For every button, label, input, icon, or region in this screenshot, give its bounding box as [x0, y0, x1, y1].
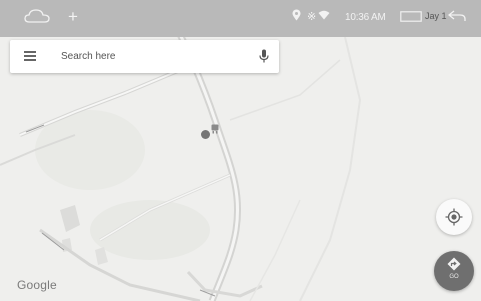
back-icon[interactable]	[448, 10, 466, 22]
window-icon[interactable]	[400, 11, 422, 22]
mic-icon[interactable]	[259, 49, 269, 63]
bus-stop-icon[interactable]	[211, 124, 219, 134]
location-icon	[292, 9, 301, 21]
google-logo: Google	[17, 278, 57, 292]
directions-go-button[interactable]: GO	[434, 251, 474, 291]
menu-icon[interactable]	[24, 51, 36, 61]
maps-screen: + ※ 10:36 AM Jay 1 Search here GO Google	[0, 0, 481, 301]
plus-icon[interactable]: +	[68, 6, 78, 28]
go-label: GO	[449, 274, 459, 280]
search-input[interactable]	[61, 48, 241, 64]
status-bar: + ※ 10:36 AM Jay 1	[0, 0, 481, 37]
user-label: Jay 1	[425, 11, 447, 21]
clock: 10:36 AM	[345, 12, 386, 23]
bluetooth-icon: ※	[307, 11, 317, 23]
place-marker[interactable]	[201, 130, 210, 139]
my-location-icon	[445, 208, 463, 226]
wifi-icon	[318, 10, 330, 20]
my-location-button[interactable]	[436, 199, 472, 235]
directions-icon	[447, 257, 461, 271]
search-bar[interactable]	[10, 40, 279, 73]
cloud-icon	[24, 9, 50, 23]
